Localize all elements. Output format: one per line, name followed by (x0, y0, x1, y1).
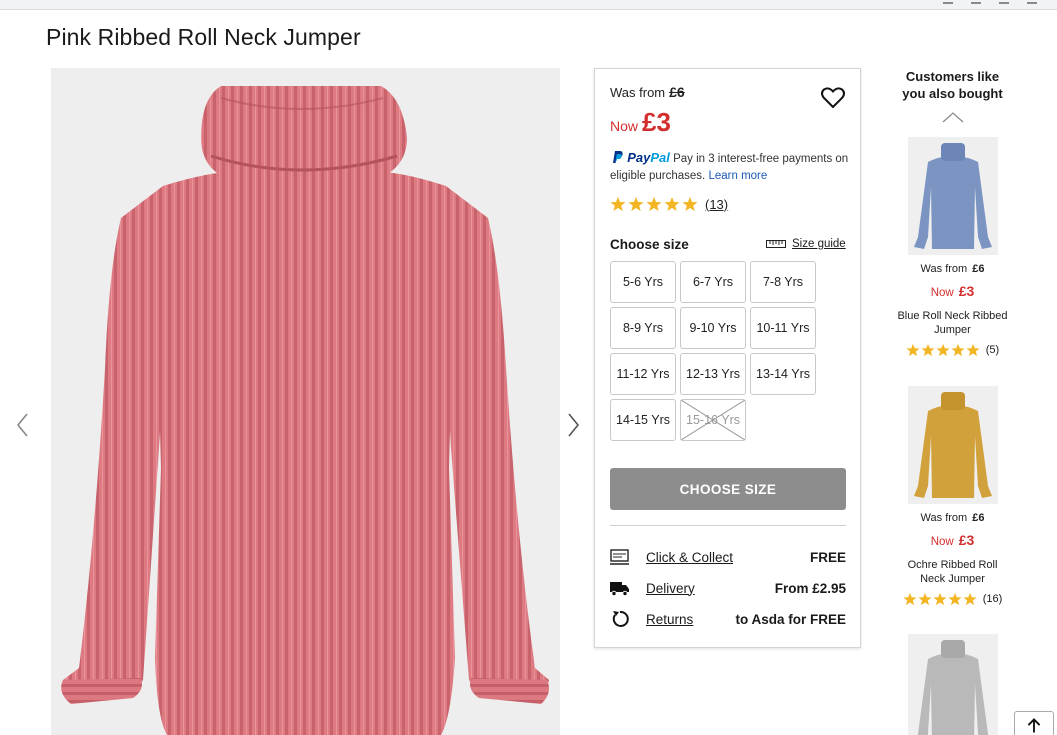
size-guide-label: Size guide (792, 238, 846, 250)
wishlist-heart-icon[interactable] (820, 86, 846, 110)
product-image[interactable] (51, 68, 560, 735)
blue-jumper-thumbnail[interactable] (907, 137, 998, 255)
paypal-logo: PayPal (627, 150, 670, 165)
rec-product-name[interactable]: Blue Roll Neck Ribbed Jumper (885, 309, 1020, 337)
now-amount: £3 (642, 107, 671, 137)
star-icon (646, 197, 662, 211)
star-icon (948, 592, 962, 606)
pink-jumper-image (51, 68, 560, 735)
size-option[interactable]: 14-15 Yrs (610, 399, 676, 441)
delivery-row: Delivery From £2.95 (610, 577, 846, 599)
returns-value: to Asda for FREE (735, 611, 846, 627)
size-option[interactable]: 12-13 Yrs (680, 353, 746, 395)
recommendations: Customers like you also bought Was from £… (885, 68, 1020, 735)
browser-toolbar (0, 0, 1057, 10)
rec-product-name[interactable]: Ochre Ribbed Roll Neck Jumper (885, 558, 1020, 586)
returns-link[interactable]: Returns (646, 612, 735, 627)
rec-review-count: (16) (982, 593, 1003, 605)
star-icon (906, 343, 920, 357)
recommendation-item: Was from £6 Now £3 Ochre Ribbed Roll Neck … (885, 386, 1020, 606)
choose-size-button[interactable]: CHOOSE SIZE (610, 468, 846, 510)
page-title: Pink Ribbed Roll Neck Jumper (46, 24, 361, 50)
recommendation-item (885, 634, 1020, 735)
star-icon (628, 197, 644, 211)
size-option[interactable]: 6-7 Yrs (680, 261, 746, 303)
learn-more-link[interactable]: Learn more (708, 170, 767, 182)
star-icon (918, 592, 932, 606)
was-price: Was from £6 (610, 84, 685, 100)
choose-size-title: Choose size (610, 237, 689, 252)
toolbar-icon[interactable] (943, 0, 953, 4)
ruler-icon (766, 240, 786, 248)
size-option-unavailable[interactable]: 15-16 Yrs (680, 399, 746, 441)
delivery-link[interactable]: Delivery (646, 581, 775, 596)
star-icon (963, 592, 977, 606)
size-option[interactable]: 13-14 Yrs (750, 353, 816, 395)
delivery-truck-icon (610, 582, 629, 597)
click-collect-icon (610, 549, 629, 565)
rec-now-price: Now £3 (930, 532, 975, 548)
scroll-up-chevron-icon[interactable] (942, 111, 964, 123)
click-collect-value: FREE (809, 549, 846, 565)
grey-jumper-thumbnail[interactable] (907, 634, 998, 735)
purchase-panel: Was from £6 Now £3 PayPal Pay in 3 interes… (594, 68, 861, 648)
rec-was-price: Was from £6 (920, 263, 985, 275)
size-option[interactable]: 7-8 Yrs (750, 261, 816, 303)
toolbar-icon[interactable] (971, 0, 981, 4)
recommendations-title: Customers like you also bought (902, 69, 1003, 101)
star-icon (966, 343, 980, 357)
rec-rating: (16) (885, 592, 1020, 606)
was-amount: £6 (669, 84, 685, 100)
paypal-icon (613, 151, 623, 163)
rec-review-count: (5) (985, 344, 1000, 356)
product-rating: (13) (610, 196, 728, 212)
star-icon (933, 592, 947, 606)
star-icon (664, 197, 680, 211)
returns-icon (612, 610, 629, 627)
rec-rating: (5) (885, 343, 1020, 357)
size-grid: 5-6 Yrs 6-7 Yrs 7-8 Yrs 8-9 Yrs 9-10 Yrs… (610, 261, 820, 441)
star-icon (936, 343, 950, 357)
size-option[interactable]: 11-12 Yrs (610, 353, 676, 395)
recommendation-item: Was from £6 Now £3 Blue Roll Neck Ribbed J… (885, 137, 1020, 357)
size-option[interactable]: 10-11 Yrs (750, 307, 816, 349)
star-icon (921, 343, 935, 357)
divider (610, 525, 846, 526)
delivery-value: From £2.95 (774, 580, 846, 596)
back-to-top-icon[interactable] (1014, 711, 1054, 735)
size-guide-link[interactable]: Size guide (766, 238, 846, 250)
was-label: Was from (610, 85, 666, 100)
rec-now-price: Now £3 (930, 283, 975, 299)
toolbar-icon[interactable] (999, 0, 1009, 4)
paypal-installments: PayPal Pay in 3 interest-free payments o… (610, 149, 855, 185)
star-icon (903, 592, 917, 606)
review-count-link[interactable]: (13) (705, 197, 728, 212)
rec-was-price: Was from £6 (920, 512, 985, 524)
now-price: Now £3 (610, 107, 671, 138)
next-image-icon[interactable] (563, 410, 583, 440)
star-icon (682, 197, 698, 211)
click-collect-link[interactable]: Click & Collect (646, 550, 810, 565)
returns-row: Returns to Asda for FREE (610, 608, 846, 630)
toolbar-icon[interactable] (1027, 0, 1037, 4)
ochre-jumper-thumbnail[interactable] (907, 386, 998, 504)
now-label: Now (610, 118, 639, 134)
click-collect-row: Click & Collect FREE (610, 546, 846, 568)
previous-image-icon[interactable] (13, 410, 33, 440)
size-option[interactable]: 8-9 Yrs (610, 307, 676, 349)
size-option[interactable]: 5-6 Yrs (610, 261, 676, 303)
size-option[interactable]: 9-10 Yrs (680, 307, 746, 349)
star-icon (610, 197, 626, 211)
star-icon (951, 343, 965, 357)
unavailable-cross-icon (681, 400, 745, 440)
